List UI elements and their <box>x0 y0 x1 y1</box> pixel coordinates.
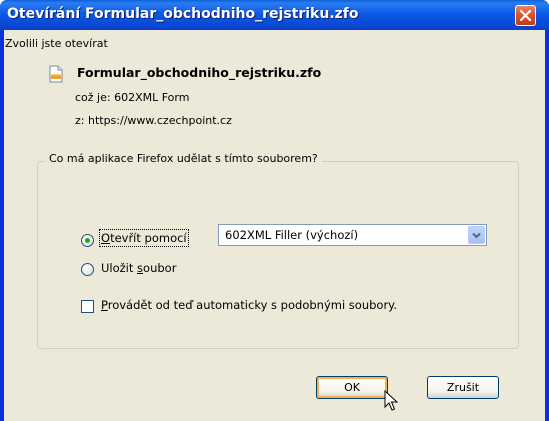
auto-action-label[interactable]: Provádět od teď automaticky s podobnými … <box>101 298 397 312</box>
cancel-button[interactable]: Zrušit <box>427 376 499 399</box>
file-type: což je: 602XML Form <box>75 91 190 104</box>
select-dropdown-button[interactable] <box>468 226 485 244</box>
action-groupbox <box>37 161 519 349</box>
close-button[interactable] <box>515 5 536 26</box>
application-select[interactable]: 602XML Filler (výchozí) <box>218 224 487 246</box>
open-with-radio[interactable] <box>81 234 94 247</box>
application-select-value: 602XML Filler (výchozí) <box>225 228 359 242</box>
file-name: Formular_obchodniho_rejstriku.zfo <box>77 65 322 80</box>
groupbox-title: Co má aplikace Firefox udělat s tímto so… <box>45 152 322 165</box>
save-file-radio[interactable] <box>81 263 94 276</box>
title-bar[interactable]: Otevírání Formular_obchodniho_rejstriku.… <box>0 0 549 30</box>
mouse-pointer-icon <box>384 390 398 411</box>
save-file-label[interactable]: Uložit soubor <box>101 261 176 275</box>
auto-action-checkbox[interactable] <box>81 300 94 313</box>
document-icon <box>49 65 63 83</box>
open-with-label[interactable]: Otevřít pomocí <box>99 229 189 247</box>
chevron-down-icon <box>472 232 481 239</box>
ok-button[interactable]: OK <box>316 376 388 399</box>
radio-selected-dot <box>85 238 90 243</box>
window-title: Otevírání Formular_obchodniho_rejstriku.… <box>7 6 359 22</box>
close-icon <box>520 10 531 21</box>
intro-text: Zvolili jste otevírat <box>5 37 108 50</box>
file-source: z: https://www.czechpoint.cz <box>75 114 232 127</box>
